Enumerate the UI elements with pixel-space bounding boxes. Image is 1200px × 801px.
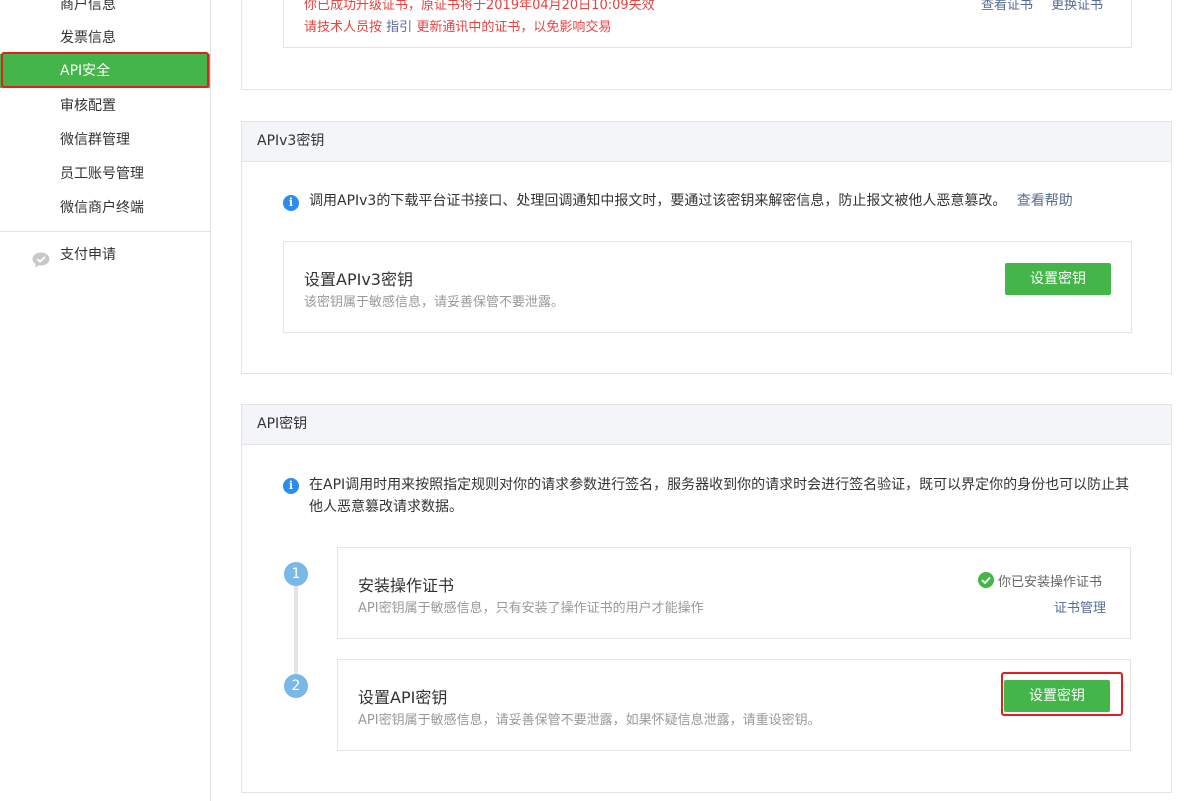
api-info-text: 在API调用时用来按照指定规则对你的请求参数进行签名，服务器收到你的请求时会进行… <box>309 474 1139 518</box>
sidebar-item-review-config[interactable]: 审核配置 <box>0 89 210 123</box>
sidebar-highlight-box <box>1 52 209 88</box>
cert-notice-prefix: 请技术人员按 <box>304 20 383 35</box>
cert-notice-line2: 请技术人员按 指引 更新通讯中的证书，以免影响交易 <box>304 16 611 35</box>
sidebar-group-pay-apply[interactable]: 支付申请 <box>0 238 210 272</box>
sidebar: 商户信息 发票信息 API安全 审核配置 微信群管理 员工账号管理 微信商户终端… <box>0 0 211 801</box>
step-number-1: 1 <box>284 562 308 586</box>
sidebar-divider <box>0 231 210 232</box>
apiv3-info-body: 调用APIv3的下载平台证书接口、处理回调通知中报文时，要通过该密钥来解密信息，… <box>309 193 1007 209</box>
step-number-2: 2 <box>284 674 308 698</box>
info-icon: i <box>283 195 299 211</box>
cert-notice-suffix: 更新通讯中的证书，以免影响交易 <box>416 20 612 35</box>
apiv3-card-title: 设置APIv3密钥 <box>304 270 413 289</box>
step-card-set-api-key: 设置API密钥 API密钥属于敏感信息，请妥善保管不要泄露，如果怀疑信息泄露，请… <box>337 659 1131 751</box>
sidebar-item-merchant-terminal[interactable]: 微信商户终端 <box>0 191 210 225</box>
check-circle-icon <box>978 572 994 588</box>
cert-panel: 你已成功升级证书，原证书将于2019年04月20日10:09失效 请技术人员按 … <box>241 0 1172 90</box>
step-1-desc: API密钥属于敏感信息，只有安装了操作证书的用户才能操作 <box>358 601 704 616</box>
sidebar-item-wechat-group[interactable]: 微信群管理 <box>0 123 210 157</box>
info-icon: i <box>283 478 299 494</box>
cert-links: 查看证书 更换证书 <box>981 0 1103 13</box>
cert-installed-status: 你已安装操作证书 <box>998 575 1103 590</box>
sidebar-item-staff-accounts[interactable]: 员工账号管理 <box>0 157 210 191</box>
cert-notice-card: 你已成功升级证书，原证书将于2019年04月20日10:09失效 请技术人员按 … <box>283 0 1132 48</box>
api-panel-title: API密钥 <box>242 405 1171 445</box>
apiv3-panel-title: APIv3密钥 <box>242 122 1171 162</box>
step-card-install-cert: 安装操作证书 API密钥属于敏感信息，只有安装了操作证书的用户才能操作 你已安装… <box>337 547 1131 639</box>
step-1-title: 安装操作证书 <box>358 576 455 595</box>
api-info-line2: 他人恶意篡改请求数据。 <box>309 499 463 515</box>
sidebar-group-label: 支付申请 <box>60 247 116 263</box>
wechat-pay-icon <box>32 247 50 268</box>
set-apiv3-key-button[interactable]: 设置密钥 <box>1005 263 1111 295</box>
highlight-box <box>1001 672 1123 716</box>
view-cert-link[interactable]: 查看证书 <box>981 0 1033 13</box>
apiv3-card-desc: 该密钥属于敏感信息，请妥善保管不要泄露。 <box>304 295 565 310</box>
apiv3-key-card: 设置APIv3密钥 该密钥属于敏感信息，请妥善保管不要泄露。 设置密钥 <box>283 241 1132 333</box>
cert-guide-link[interactable]: 指引 <box>386 20 412 35</box>
replace-cert-link[interactable]: 更换证书 <box>1051 0 1103 13</box>
apiv3-info-text: 调用APIv3的下载平台证书接口、处理回调通知中报文时，要通过该密钥来解密信息，… <box>309 190 1073 212</box>
step-connector <box>294 585 298 685</box>
cert-manage-link[interactable]: 证书管理 <box>1054 597 1106 616</box>
apiv3-help-link[interactable]: 查看帮助 <box>1017 193 1073 209</box>
sidebar-item-invoice-info[interactable]: 发票信息 <box>0 21 210 55</box>
cert-notice-line1: 你已成功升级证书，原证书将于2019年04月20日10:09失效 <box>304 0 655 13</box>
sidebar-item-merchant-info[interactable]: 商户信息 <box>0 0 210 22</box>
api-info-line1: 在API调用时用来按照指定规则对你的请求参数进行签名，服务器收到你的请求时会进行… <box>309 477 1130 493</box>
apiv3-panel: APIv3密钥 i 调用APIv3的下载平台证书接口、处理回调通知中报文时，要通… <box>241 121 1172 374</box>
step-2-title: 设置API密钥 <box>358 688 448 707</box>
step-2-desc: API密钥属于敏感信息，请妥善保管不要泄露，如果怀疑信息泄露，请重设密钥。 <box>358 713 821 728</box>
